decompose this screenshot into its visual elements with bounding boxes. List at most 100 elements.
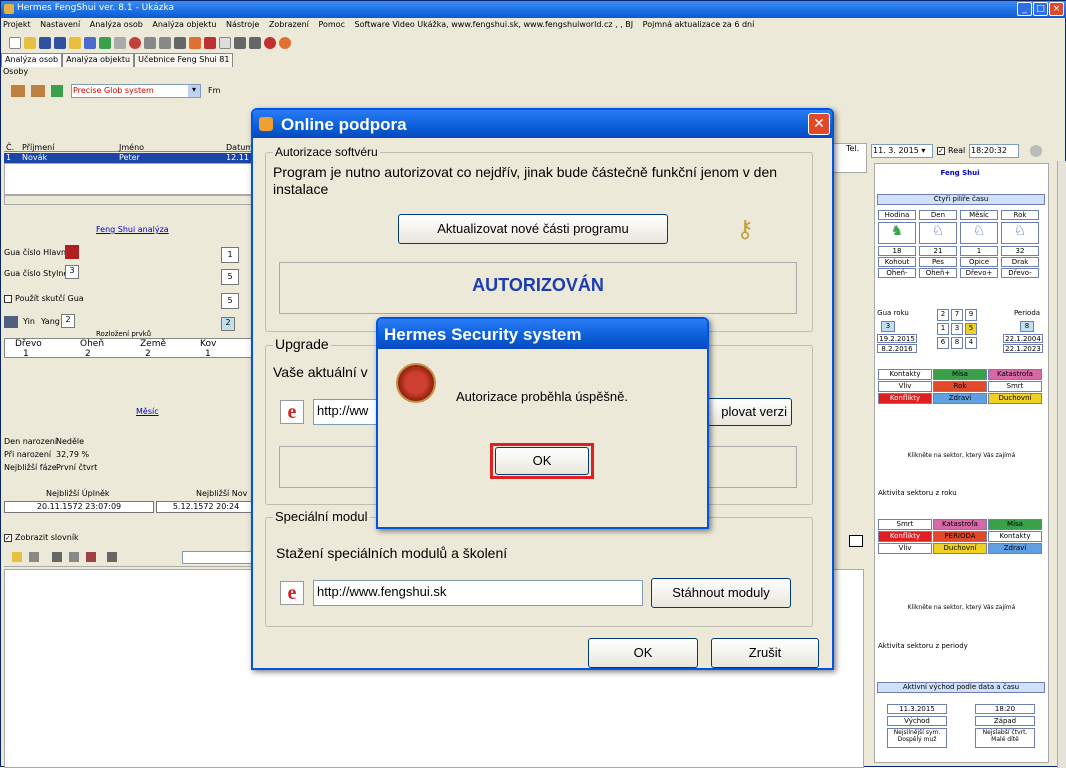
star2-konflikty[interactable]: Konflikty bbox=[878, 531, 932, 542]
grid-3-2: 8 bbox=[951, 337, 963, 349]
list-icon[interactable] bbox=[159, 37, 171, 49]
star-duchovni[interactable]: Duchovní bbox=[988, 393, 1042, 404]
cancel-button[interactable]: Zrušit bbox=[711, 638, 819, 668]
star2-perioda[interactable]: PERIODA bbox=[933, 531, 987, 542]
star-vliv[interactable]: Vliv bbox=[878, 381, 932, 392]
star2-vliv[interactable]: Vliv bbox=[878, 543, 932, 554]
help-icon[interactable] bbox=[1030, 145, 1042, 157]
new-icon[interactable] bbox=[9, 37, 21, 49]
hermes-ok-button[interactable]: OK bbox=[495, 447, 589, 475]
west-select[interactable]: Západ bbox=[975, 716, 1035, 726]
show-notes-checkbox[interactable]: ✓ bbox=[4, 534, 12, 542]
menu-projekt[interactable]: Projekt bbox=[3, 20, 31, 29]
fs-analysis-link[interactable]: Feng Shui analýza bbox=[96, 225, 169, 234]
menu-pomoc[interactable]: Pomoc bbox=[318, 20, 345, 29]
cut-note-icon[interactable] bbox=[52, 552, 62, 562]
main-tabs: Analýza osob Analýza objektu Učebnice Fe… bbox=[1, 53, 234, 67]
east-select[interactable]: Východ bbox=[887, 716, 947, 726]
time-input[interactable]: 18:20:32 bbox=[969, 144, 1019, 158]
window-icon[interactable] bbox=[219, 37, 231, 49]
system-dropdown-value: Precise Glob system bbox=[73, 86, 154, 95]
star-zdravi[interactable]: Zdraví bbox=[933, 393, 987, 404]
star2-duchovni[interactable]: Duchovní bbox=[933, 543, 987, 554]
hermes-security-dialog: Hermes Security system Autorizace proběh… bbox=[376, 317, 709, 529]
star-konflikty[interactable]: Konflikty bbox=[878, 393, 932, 404]
print-icon[interactable] bbox=[234, 37, 246, 49]
menu-analyza-objektu[interactable]: Analýza objektu bbox=[152, 20, 216, 29]
calc-icon[interactable] bbox=[99, 37, 111, 49]
sun-icon[interactable] bbox=[279, 37, 291, 49]
side-num-3: 5 bbox=[221, 293, 239, 309]
star2-zdravi[interactable]: Zdraví bbox=[988, 543, 1042, 554]
star2-katastrofa[interactable]: Katastrofa bbox=[933, 519, 987, 530]
menu-nastroje[interactable]: Nástroje bbox=[226, 20, 259, 29]
system-dropdown[interactable]: Precise Glob system ▾ bbox=[71, 84, 201, 98]
star-misa[interactable]: Mísa bbox=[933, 369, 987, 380]
table-row[interactable]: 1 Novák Peter 12.11 bbox=[4, 153, 259, 163]
globe-icon[interactable] bbox=[129, 37, 141, 49]
grid-icon[interactable] bbox=[114, 37, 126, 49]
folder-icon[interactable] bbox=[69, 37, 81, 49]
heart-icon[interactable] bbox=[264, 37, 276, 49]
date-picker[interactable]: 11. 3. 2015 ▾ bbox=[871, 144, 933, 158]
pillar-element-2: Oheň+ bbox=[919, 268, 957, 278]
note-icon[interactable] bbox=[12, 552, 22, 562]
online-dialog-close-button[interactable]: ✕ bbox=[808, 113, 830, 135]
tab-ucebnice[interactable]: Učebnice Feng Shui 81 bbox=[134, 53, 234, 67]
star-katastrofa[interactable]: Katastrofa bbox=[988, 369, 1042, 380]
table-icon[interactable] bbox=[144, 37, 156, 49]
horizontal-scrollbar[interactable] bbox=[4, 195, 259, 205]
maximize-button[interactable]: □ bbox=[1033, 2, 1048, 16]
menu-aktualizace[interactable]: Pojmná aktualizace za 6 dní bbox=[643, 20, 755, 29]
star-rok[interactable]: Rok bbox=[933, 381, 987, 392]
persons-table-header: Č. Příjmení Jméno Datum bbox=[4, 143, 259, 152]
undo-icon[interactable] bbox=[107, 552, 117, 562]
right-scrollbar[interactable] bbox=[1057, 161, 1066, 768]
print-preview-icon[interactable] bbox=[249, 37, 261, 49]
el-h-kov: Kov bbox=[200, 339, 217, 349]
moon-link[interactable]: Měsíc bbox=[136, 407, 159, 416]
copy-note-icon[interactable] bbox=[69, 552, 79, 562]
pillar-hodina: Hodina bbox=[878, 210, 916, 220]
menu-analyza-osob[interactable]: Analýza osob bbox=[90, 20, 143, 29]
restore-icon[interactable] bbox=[849, 535, 863, 547]
save-as-icon[interactable] bbox=[54, 37, 66, 49]
open-icon[interactable] bbox=[24, 37, 36, 49]
use-style-checkbox[interactable] bbox=[4, 295, 12, 303]
print-note-icon[interactable] bbox=[29, 552, 39, 562]
book-icon[interactable] bbox=[204, 37, 216, 49]
remove-person-icon[interactable] bbox=[31, 85, 45, 97]
minimize-button[interactable]: _ bbox=[1017, 2, 1032, 16]
update-parts-button[interactable]: Aktualizovat nové části programu bbox=[398, 214, 668, 244]
persons-table-body bbox=[4, 163, 259, 195]
filter-icon[interactable] bbox=[51, 85, 63, 97]
star-smrt[interactable]: Smrt bbox=[988, 381, 1042, 392]
add-person-icon[interactable] bbox=[11, 85, 25, 97]
fs-right-panel: Feng Shui Čtyři pilíře času Hodina Den M… bbox=[874, 163, 1049, 763]
edit-icon[interactable] bbox=[84, 37, 96, 49]
note-font-input[interactable] bbox=[182, 551, 262, 564]
special-url-input[interactable]: http://www.fengshui.sk bbox=[313, 580, 643, 606]
tab-analyza-objektu[interactable]: Analýza objektu bbox=[62, 53, 135, 67]
ok-button[interactable]: OK bbox=[588, 638, 698, 668]
star2-kontakty[interactable]: Kontakty bbox=[988, 531, 1042, 542]
download-modules-button[interactable]: Stáhnout moduly bbox=[651, 578, 791, 608]
day-born-value: Neděle bbox=[56, 437, 85, 446]
menu-nastaveni[interactable]: Nastavení bbox=[40, 20, 80, 29]
close-button[interactable]: × bbox=[1049, 2, 1064, 16]
save-icon[interactable] bbox=[39, 37, 51, 49]
star-kontakty[interactable]: Kontakty bbox=[878, 369, 932, 380]
cut-icon[interactable] bbox=[174, 37, 186, 49]
paste-note-icon[interactable] bbox=[86, 552, 96, 562]
key-icon: ⚷ bbox=[736, 215, 754, 243]
col-c: Č. bbox=[6, 143, 15, 152]
real-checkbox[interactable]: ✓ bbox=[937, 147, 945, 155]
menu-zobrazeni[interactable]: Zobrazení bbox=[269, 20, 309, 29]
star2-misa[interactable]: Mísa bbox=[988, 519, 1042, 530]
gua-side-label: Gua číslo Stylně bbox=[4, 269, 69, 278]
period-label: Perioda bbox=[1013, 309, 1041, 317]
star2-smrt[interactable]: Smrt bbox=[878, 519, 932, 530]
menu-video[interactable]: Software Video Ukážka, www.fengshui.sk, … bbox=[355, 20, 634, 29]
star-icon[interactable] bbox=[189, 37, 201, 49]
tab-analyza-osob[interactable]: Analýza osob bbox=[1, 53, 63, 67]
